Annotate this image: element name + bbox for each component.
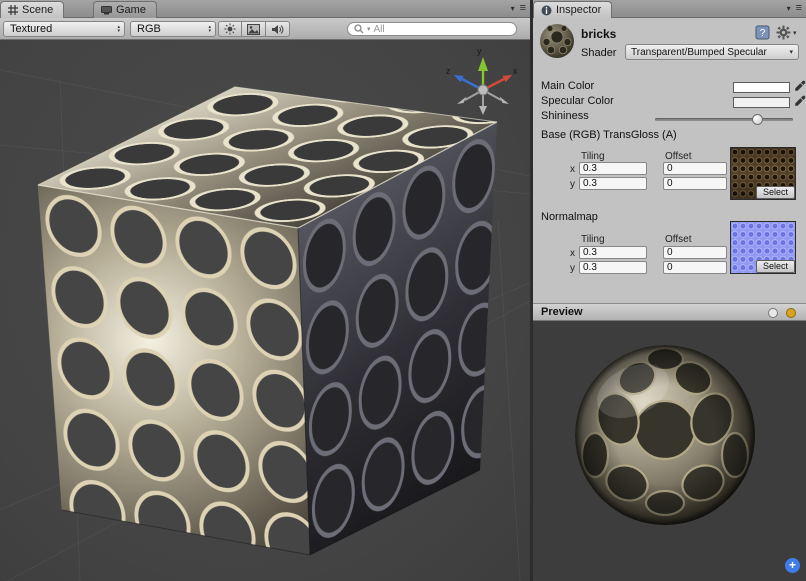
normal-y-tiling-input[interactable] — [579, 261, 647, 274]
search-placeholder: All — [374, 24, 385, 35]
panel-dropdown-icon[interactable]: ▾ — [511, 4, 515, 13]
scene-strip-icons: ▾ ≡ — [511, 2, 526, 14]
svg-text:?: ? — [760, 28, 766, 39]
panel-dropdown-icon[interactable]: ▾ — [787, 4, 791, 13]
gizmo-y-label[interactable]: y — [477, 46, 482, 56]
preview-title: Preview — [541, 306, 583, 318]
scene-toolbar: Textured ▴▾ RGB ▴▾ — [0, 18, 530, 40]
color-mode-dropdown[interactable]: RGB ▴▾ — [130, 21, 216, 37]
eyedropper-icon[interactable] — [794, 80, 806, 92]
main-color-label: Main Color — [541, 80, 594, 92]
draw-mode-value: Textured — [10, 23, 113, 35]
eyedropper-icon[interactable] — [794, 95, 806, 107]
inspector-panel: Inspector ▾ ≡ — [533, 0, 806, 581]
preview-sphere — [533, 321, 806, 581]
shader-dropdown[interactable]: Transparent/Bumped Specular ▾ — [625, 44, 799, 60]
base-y-tiling-input[interactable] — [579, 177, 647, 190]
help-icon[interactable]: ? — [755, 25, 770, 40]
color-mode-value: RGB — [137, 23, 204, 35]
draw-mode-dropdown[interactable]: Textured ▴▾ — [3, 21, 125, 37]
material-preview-area[interactable]: + — [533, 321, 806, 581]
tab-inspector[interactable]: Inspector — [533, 1, 612, 18]
shininess-slider[interactable] — [655, 118, 793, 121]
normal-x-label: x — [570, 248, 575, 259]
sun-icon — [224, 23, 236, 35]
overlay-toggle-button[interactable] — [242, 21, 266, 37]
preview-header[interactable]: Preview — [533, 303, 806, 321]
gear-icon[interactable] — [776, 25, 791, 40]
base-x-label: x — [570, 164, 575, 175]
search-filter-dropdown-icon[interactable]: ▾ — [367, 25, 371, 33]
base-tiling-header: Tiling — [581, 151, 605, 162]
audio-icon — [271, 24, 284, 35]
scene-search-field[interactable]: ▾ All — [347, 22, 517, 36]
search-icon — [354, 24, 364, 34]
gizmo-x-label[interactable]: x — [513, 66, 518, 76]
inspector-tab-strip: Inspector ▾ ≡ — [533, 0, 806, 18]
normal-texture-thumbnail[interactable]: Select — [730, 221, 796, 274]
normal-tiling-header: Tiling — [581, 234, 605, 245]
lighting-toggle-button[interactable] — [218, 21, 242, 37]
base-texture-thumbnail[interactable]: Select — [730, 147, 796, 200]
panel-menu-icon[interactable]: ≡ — [520, 2, 526, 14]
material-sphere-icon — [538, 22, 576, 60]
base-x-offset-input[interactable] — [663, 162, 727, 175]
normal-x-offset-input[interactable] — [663, 246, 727, 259]
tab-game[interactable]: Game — [93, 1, 157, 18]
tab-scene[interactable]: Scene — [0, 1, 64, 18]
cube-mesh[interactable] — [38, 87, 497, 555]
panel-menu-icon[interactable]: ≡ — [796, 2, 802, 14]
dropdown-arrows-icon: ▴▾ — [208, 25, 211, 33]
image-icon — [247, 24, 260, 35]
scene-panel: Scene Game ▾ ≡ Textured ▴▾ RGB ▴▾ — [0, 0, 530, 581]
scene-grid-icon — [8, 5, 18, 15]
material-name: bricks — [581, 27, 616, 41]
shader-value: Transparent/Bumped Specular — [631, 47, 785, 58]
shininess-slider-thumb[interactable] — [752, 114, 763, 125]
main-color-swatch[interactable] — [733, 82, 790, 93]
gizmo-z-label[interactable]: z — [446, 66, 451, 76]
audio-toggle-button[interactable] — [266, 21, 290, 37]
tab-game-label: Game — [116, 4, 146, 16]
preview-sphere-toggle-icon[interactable] — [768, 308, 778, 318]
scene-3d-render: y x z — [0, 40, 530, 581]
tab-scene-label: Scene — [22, 4, 53, 16]
add-icon[interactable]: + — [785, 558, 800, 573]
game-icon — [101, 6, 112, 15]
chevron-down-icon: ▾ — [789, 48, 793, 56]
normal-select-button[interactable]: Select — [756, 260, 795, 273]
normal-map-label: Normalmap — [541, 211, 598, 223]
base-offset-header: Offset — [665, 151, 692, 162]
base-select-button[interactable]: Select — [756, 186, 795, 199]
specular-color-swatch[interactable] — [733, 97, 790, 108]
gear-dropdown-icon[interactable]: ▾ — [793, 29, 797, 37]
normal-offset-header: Offset — [665, 234, 692, 245]
specular-color-label: Specular Color — [541, 95, 614, 107]
unity-editor-window: Scene Game ▾ ≡ Textured ▴▾ RGB ▴▾ — [0, 0, 806, 581]
base-y-offset-input[interactable] — [663, 177, 727, 190]
tab-inspector-label: Inspector — [556, 4, 601, 16]
normal-y-offset-input[interactable] — [663, 261, 727, 274]
base-x-tiling-input[interactable] — [579, 162, 647, 175]
shininess-label: Shininess — [541, 110, 589, 122]
scene-gizmo[interactable]: y x z — [446, 46, 518, 115]
normal-y-label: y — [570, 263, 575, 274]
dropdown-arrows-icon: ▴▾ — [117, 25, 120, 33]
scene-viewport[interactable]: y x z — [0, 40, 530, 581]
scene-tab-strip: Scene Game ▾ ≡ — [0, 0, 530, 18]
shader-label: Shader — [581, 47, 616, 59]
preview-light-toggle-icon[interactable] — [786, 308, 796, 318]
base-map-label: Base (RGB) TransGloss (A) — [541, 129, 677, 141]
info-icon — [541, 5, 552, 16]
normal-x-tiling-input[interactable] — [579, 246, 647, 259]
inspector-strip-icons: ▾ ≡ — [787, 2, 802, 14]
base-y-label: y — [570, 179, 575, 190]
